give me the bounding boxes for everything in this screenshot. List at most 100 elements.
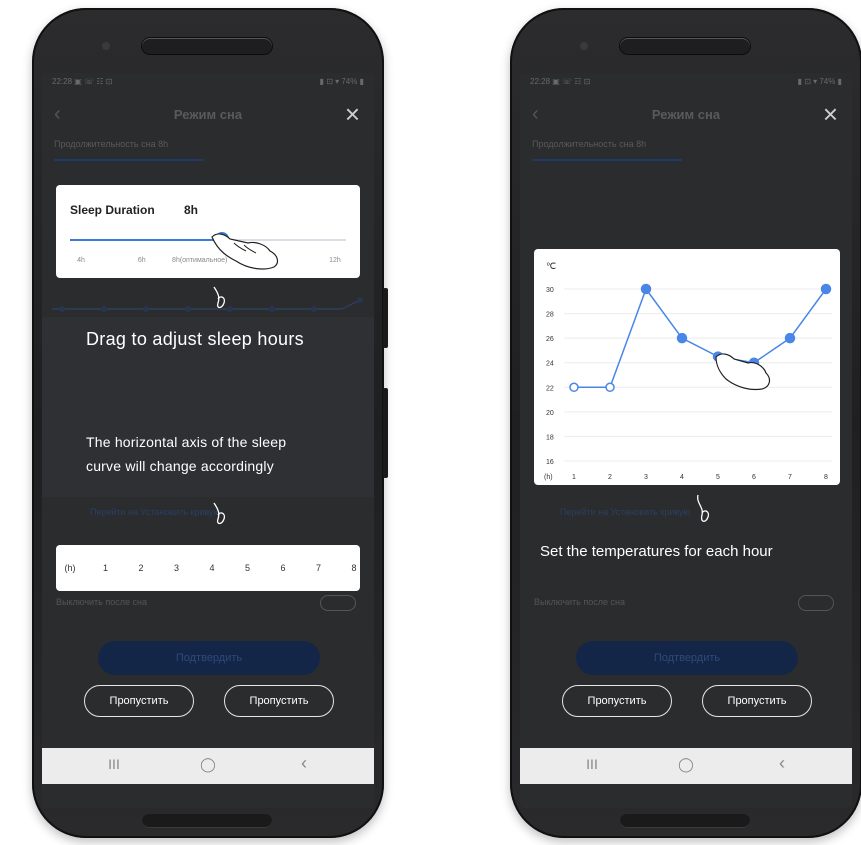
data-point[interactable] <box>569 382 579 393</box>
volume-button <box>383 388 388 478</box>
x-tick-label: 7 <box>788 474 792 481</box>
status-bar: 22:28 ▣ ☏ ☷ ⊡ ▮ ⊡ ▾ 74% ▮ <box>52 77 364 91</box>
y-tick-label: 30 <box>546 287 554 294</box>
x-tick-label: 8 <box>824 474 828 481</box>
sleep-duration-subtitle: Продолжительность сна 8h <box>54 139 169 149</box>
slider-tick-label: 6h <box>137 257 146 264</box>
page-title: Режим сна <box>651 107 721 122</box>
app-screen: 22:28 ▣ ☏ ☷ ⊡ ▮ ⊡ ▾ 74% ▮ ‹ Режим сна × … <box>42 73 374 808</box>
data-point[interactable] <box>784 332 796 344</box>
hours-axis: (h) 1 2 3 4 5 6 7 8 <box>64 563 357 575</box>
recent-apps-icon[interactable]: III <box>108 756 120 772</box>
bottom-speaker <box>620 814 750 828</box>
x-tick-label: 3 <box>644 474 648 481</box>
phone-left: 22:28 ▣ ☏ ☷ ⊡ ▮ ⊡ ▾ 74% ▮ ‹ Режим сна × … <box>32 8 388 838</box>
hint-temperatures: Set the temperatures for each hour <box>540 543 773 560</box>
hint-axis-line2: curve will change accordingly <box>86 458 274 474</box>
dimmed-curve <box>52 297 363 312</box>
y-tick-label: 18 <box>546 434 554 441</box>
axis-hour-label: 7 <box>315 563 322 573</box>
app-screen: 22:28 ▣ ☏ ☷ ⊡ ▮ ⊡ ▾ 74% ▮ ‹ Режим сна × … <box>520 73 852 808</box>
curly-arrow-icon <box>213 286 226 309</box>
axis-hour-label: 2 <box>138 563 144 573</box>
sleep-duration-subtitle: Продолжительность сна 8h <box>532 139 647 149</box>
curly-arrow-icon <box>697 494 710 522</box>
axis-hour-label: 8 <box>351 563 357 573</box>
hand-pointer-icon <box>715 353 771 391</box>
temperature-chart-card: ℃ 30 28 26 24 22 20 18 16 (h) 1 2 3 4 5 6 7 8 <box>534 249 840 485</box>
page-title: Режим сна <box>173 107 243 122</box>
status-icons: ▮ ⊡ ▾ 74% ▮ <box>797 77 842 86</box>
recent-apps-icon[interactable]: III <box>586 756 598 772</box>
top-bar: ‹ Режим сна × <box>520 99 852 131</box>
hint-axis-line1: The horizontal axis of the sleep <box>86 434 287 450</box>
axis-hour-label: 4 <box>209 563 215 573</box>
slider-tick-label: 12h <box>329 257 341 264</box>
y-tick-label: 28 <box>546 312 554 319</box>
status-time: 22:28 ▣ ☏ ☷ ⊡ <box>530 77 591 86</box>
hint-axis: The horizontal axis of the sleep curve w… <box>42 430 374 478</box>
android-nav-bar: III ◯ ‹ <box>520 748 852 784</box>
home-icon[interactable]: ◯ <box>678 756 694 773</box>
curly-arrow-icon <box>213 502 226 525</box>
skip-button-right[interactable]: Пропустить <box>702 685 812 717</box>
y-tick-label: 24 <box>546 361 554 368</box>
set-curve-link[interactable]: Перейти на Установить кривую <box>560 507 690 517</box>
axis-hour-label: 5 <box>244 563 251 573</box>
front-camera <box>102 42 110 50</box>
y-tick-label: 26 <box>546 336 554 343</box>
back-icon[interactable]: ‹ <box>779 753 785 774</box>
slider-label: Sleep Duration <box>70 203 155 217</box>
axis-hour-label: 6 <box>280 563 286 573</box>
status-bar: 22:28 ▣ ☏ ☷ ⊡ ▮ ⊡ ▾ 74% ▮ <box>530 77 842 91</box>
dimmed-slider <box>520 183 852 185</box>
turn-off-after-sleep-label: Выключить после сна <box>534 597 625 607</box>
y-tick-label: 16 <box>546 459 554 466</box>
x-tick-label: 1 <box>572 474 576 481</box>
home-icon[interactable]: ◯ <box>200 756 216 773</box>
axis-unit-label: (h) <box>64 563 76 573</box>
slider-fill <box>70 239 222 241</box>
data-point[interactable] <box>605 382 615 393</box>
data-point[interactable] <box>640 283 652 295</box>
earpiece-speaker <box>620 38 750 54</box>
skip-button-left[interactable]: Пропустить <box>562 685 672 717</box>
data-point[interactable] <box>820 283 832 295</box>
close-icon[interactable]: × <box>345 99 360 130</box>
phone-right: 22:28 ▣ ☏ ☷ ⊡ ▮ ⊡ ▾ 74% ▮ ‹ Режим сна × … <box>510 8 861 838</box>
set-curve-link[interactable]: Перейти на Установить кривую <box>90 507 220 517</box>
hand-pointer-icon <box>211 233 279 270</box>
skip-button-left[interactable]: Пропустить <box>84 685 194 717</box>
android-nav-bar: III ◯ ‹ <box>42 748 374 784</box>
top-bar: ‹ Режим сна × <box>42 99 374 131</box>
y-tick-label: 20 <box>546 410 554 417</box>
x-tick-label: 5 <box>716 474 720 481</box>
status-time: 22:28 ▣ ☏ ☷ ⊡ <box>52 77 113 86</box>
temperature-chart[interactable]: ℃ 30 28 26 24 22 20 18 16 (h) 1 2 3 4 5 6 7 8 <box>534 249 840 485</box>
tab-underline <box>532 159 682 161</box>
axis-hour-label: 3 <box>173 563 180 573</box>
y-tick-label: 22 <box>546 385 554 392</box>
x-tick-label: 4 <box>680 474 684 481</box>
slider-value: 8h <box>184 203 199 217</box>
sleep-duration-slider-card: Sleep Duration 8h 4h6h8h(оптимальное)10h… <box>56 185 360 278</box>
hint-drag: Drag to adjust sleep hours <box>86 329 304 349</box>
turn-off-toggle[interactable] <box>798 595 834 611</box>
bottom-speaker <box>142 814 272 828</box>
close-icon[interactable]: × <box>823 99 838 130</box>
status-icons: ▮ ⊡ ▾ 74% ▮ <box>319 77 364 86</box>
turn-off-toggle[interactable] <box>320 595 356 611</box>
hours-axis-card: (h) 1 2 3 4 5 6 7 8 <box>56 545 360 591</box>
tab-underline <box>54 159 204 161</box>
x-axis-unit: (h) <box>544 474 553 481</box>
y-axis-unit: ℃ <box>546 261 556 271</box>
skip-button-right[interactable]: Пропустить <box>224 685 334 717</box>
back-icon[interactable]: ‹ <box>301 753 307 774</box>
data-point[interactable] <box>676 332 688 344</box>
confirm-button[interactable]: Подтвердить <box>576 641 798 675</box>
confirm-button[interactable]: Подтвердить <box>98 641 320 675</box>
earpiece-speaker <box>142 38 272 54</box>
x-tick-label: 6 <box>752 474 756 481</box>
power-button <box>383 288 388 348</box>
axis-hour-label: 1 <box>102 563 109 573</box>
